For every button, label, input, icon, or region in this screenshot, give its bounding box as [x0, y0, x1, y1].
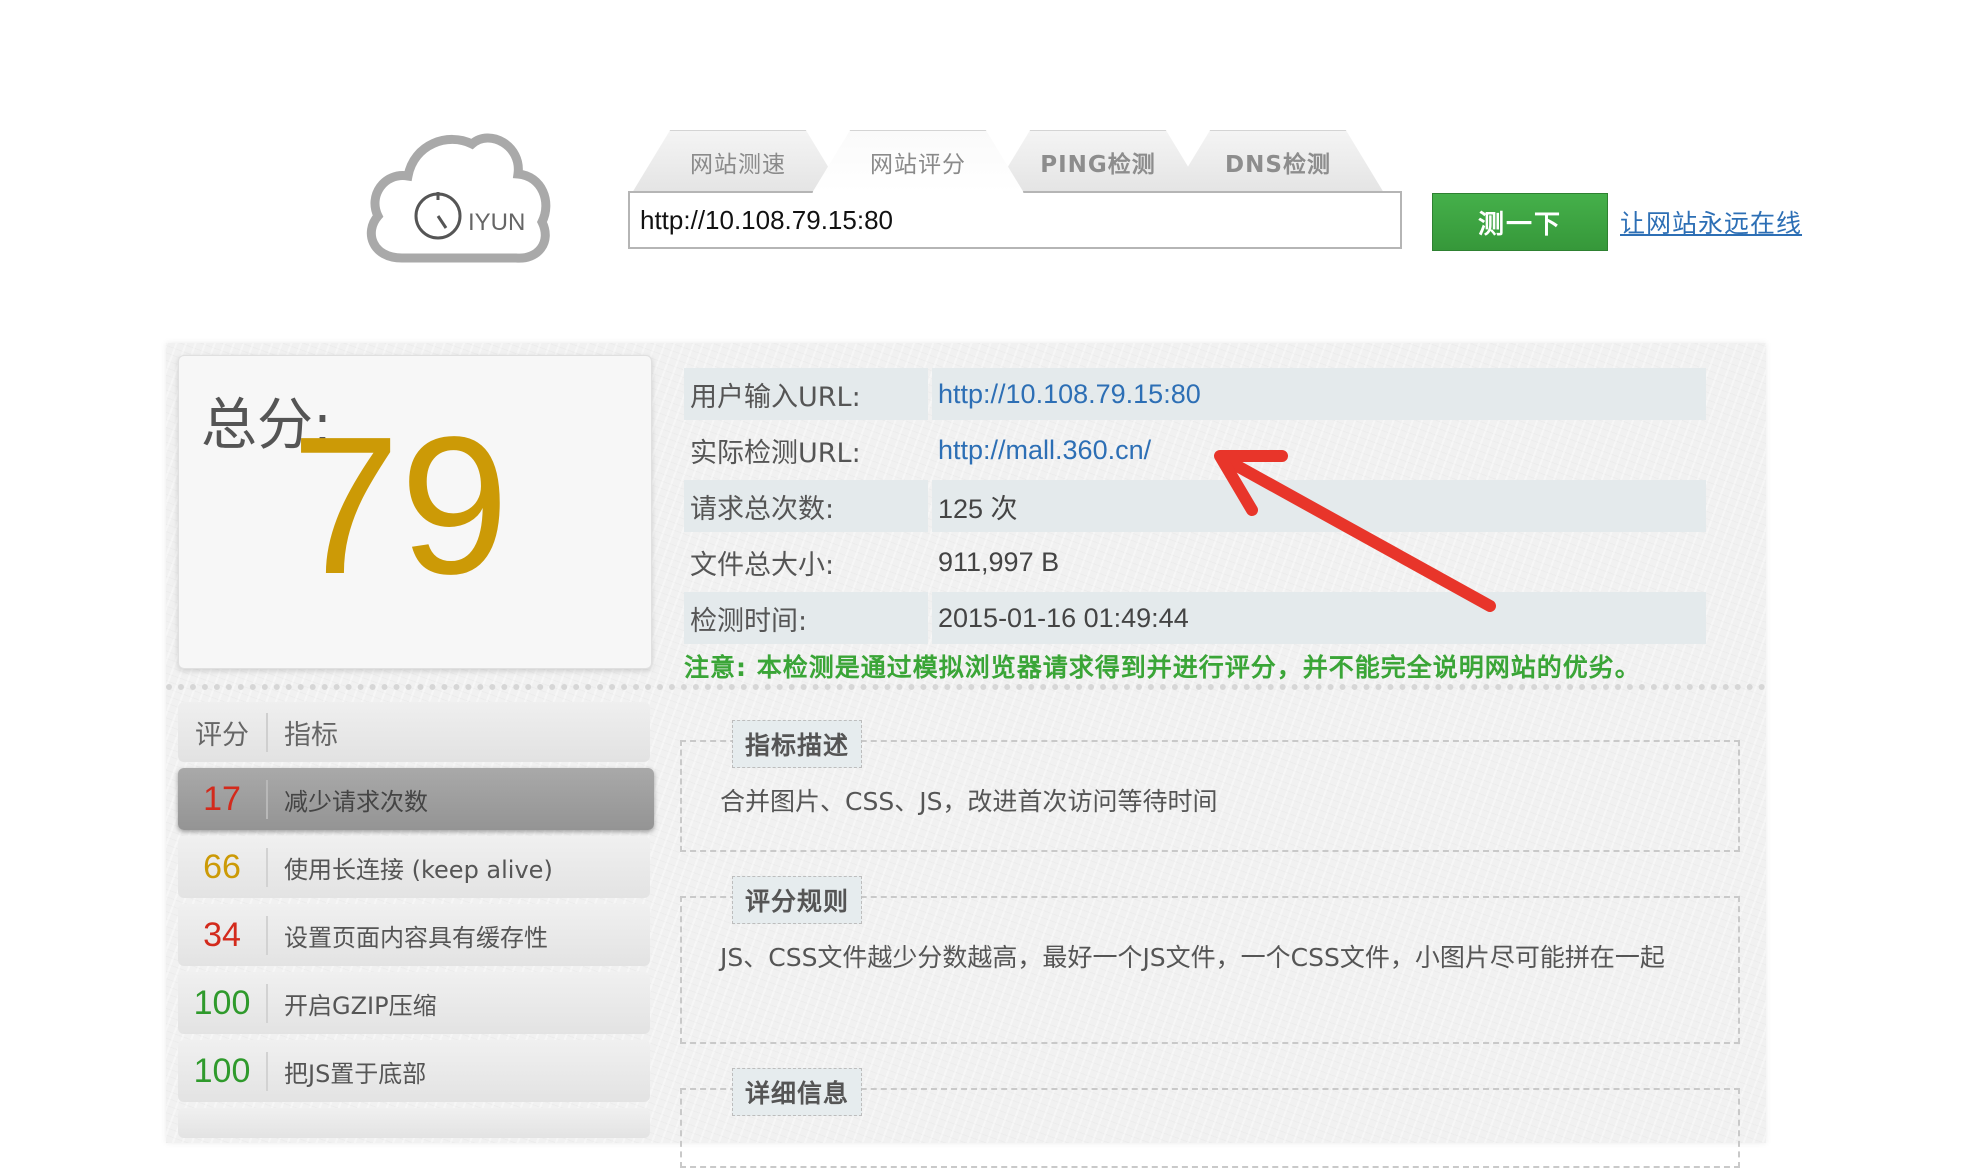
metric-row-reduce-requests[interactable]: 17 减少请求次数 [178, 768, 654, 830]
metric-score: 17 [178, 779, 268, 819]
section-title: 评分规则 [732, 876, 863, 924]
info-key: 用户输入URL: [684, 368, 928, 420]
metric-list: 评分 指标 17 减少请求次数 66 使用长连接 (keep alive) 34… [178, 702, 654, 1144]
tab-speed-test[interactable]: 网站测速 [632, 130, 844, 193]
metric-row-js-bottom[interactable]: 100 把JS置于底部 [178, 1040, 650, 1102]
metric-name: 设置页面内容具有缓存性 [284, 923, 548, 952]
section-body: 合并图片、CSS、JS，改进首次访问等待时间 [720, 787, 1218, 816]
notice-text: 注意: 本检测是通过模拟浏览器请求得到并进行评分，并不能完全说明网站的优劣。 [684, 653, 1641, 682]
tab-dns[interactable]: DNS检测 [1172, 130, 1384, 193]
metric-score: 100 [178, 983, 268, 1023]
info-key: 请求总次数: [684, 480, 928, 532]
test-button[interactable]: 测一下 [1432, 193, 1608, 251]
info-key: 检测时间: [684, 592, 928, 644]
section-rules: 评分规则 JS、CSS文件越少分数越高，最好一个JS文件，一个CSS文件，小图片… [680, 876, 1740, 1044]
tool-tabs: 网站测速 网站评分 PING检测 DNS检测 [632, 130, 1412, 193]
metric-row-gzip[interactable]: 100 开启GZIP压缩 [178, 972, 650, 1034]
metric-name: 开启GZIP压缩 [284, 991, 437, 1020]
total-score-box: 总分: 79 [178, 355, 652, 669]
tab-site-score[interactable]: 网站评分 [812, 130, 1024, 193]
section-divider [166, 684, 1766, 690]
metric-score: 100 [178, 1051, 268, 1091]
section-title: 指标描述 [732, 720, 863, 768]
red-arrow-annotation [1214, 450, 1496, 612]
total-score-value: 79 [291, 396, 510, 615]
metric-name: 使用长连接 (keep alive) [284, 855, 553, 884]
section-description: 指标描述 合并图片、CSS、JS，改进首次访问等待时间 [680, 720, 1740, 852]
cloud-logo-icon: IYUN [366, 133, 551, 263]
logo-text: IYUN [468, 209, 525, 236]
section-details: 详细信息 [680, 1068, 1740, 1168]
metric-score: 66 [178, 847, 268, 887]
info-row-input-url: 用户输入URL: http://10.108.79.15:80 [684, 366, 1706, 422]
info-value-link[interactable]: http://10.108.79.15:80 [932, 368, 1706, 420]
metric-list-header: 评分 指标 [178, 702, 650, 762]
metric-name: 减少请求次数 [284, 787, 428, 816]
header-metric: 指标 [284, 719, 338, 751]
header-score: 评分 [178, 712, 268, 752]
tab-ping[interactable]: PING检测 [992, 130, 1204, 193]
metric-row-cache[interactable]: 34 设置页面内容具有缓存性 [178, 904, 650, 966]
url-input[interactable] [628, 191, 1402, 249]
metric-name: 把JS置于底部 [284, 1059, 427, 1088]
info-key: 文件总大小: [690, 549, 835, 581]
metric-score: 34 [178, 915, 268, 955]
info-key: 实际检测URL: [690, 437, 861, 469]
promo-link[interactable]: 让网站永远在线 [1620, 204, 1802, 240]
iyun-logo[interactable]: IYUN [362, 130, 552, 270]
section-body: JS、CSS文件越少分数越高，最好一个JS文件，一个CSS文件，小图片尽可能拼在… [720, 943, 1665, 972]
section-title: 详细信息 [732, 1068, 863, 1116]
metric-row-keep-alive[interactable]: 66 使用长连接 (keep alive) [178, 836, 650, 898]
